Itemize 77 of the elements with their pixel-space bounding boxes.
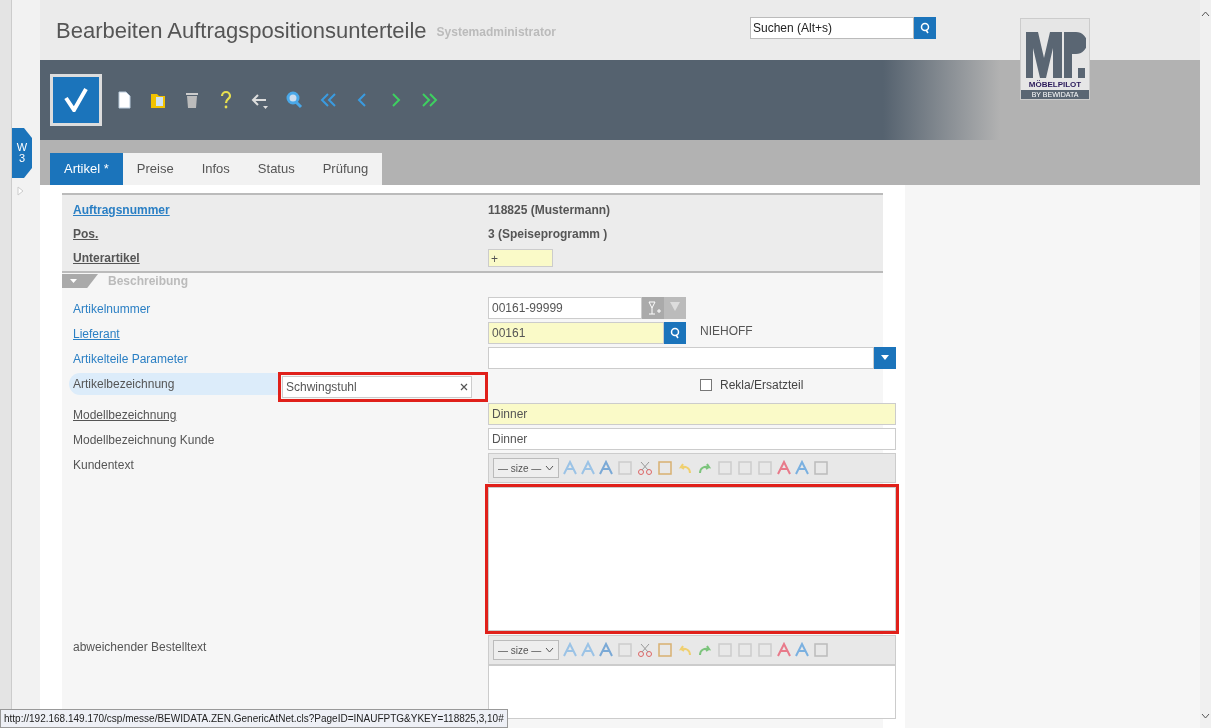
model-name-field[interactable]: Dinner [488,403,896,425]
summary-label[interactable]: Auftragsnummer [73,201,488,219]
align-right-icon[interactable] [757,642,774,658]
side-tab[interactable]: W 3 [12,128,32,178]
size-dropdown[interactable]: — size — [493,458,560,478]
highlight-color-icon[interactable] [795,642,810,658]
scroll-up-icon[interactable] [1201,10,1210,19]
underline-font-icon[interactable] [599,460,614,476]
search-field[interactable]: Suchen (Alt+s) [749,17,914,39]
summary-value: 3 (Speiseprogramm ) [488,226,608,243]
paste-icon[interactable] [657,460,674,476]
sub-article-field[interactable]: + [488,249,553,267]
search-icon[interactable] [284,90,304,110]
supplier-field[interactable]: 00161 [488,322,664,344]
paste-icon[interactable] [657,642,674,658]
dropdown-button[interactable] [874,347,896,369]
page-title: Bearbeiten Auftragspositionsunterteile [56,16,427,45]
highlight-color-icon[interactable] [795,460,810,476]
checkmark-icon [63,88,89,112]
summary-label: Unterartikel [73,250,141,267]
text-color-icon[interactable] [777,460,792,476]
tab[interactable]: Preise [122,153,188,185]
section-title: Beschreibung [108,273,188,290]
field-label: Modellbezeichnung Kunde [73,432,215,449]
scroll-down-icon[interactable] [1201,711,1210,720]
customer-model-name-field[interactable]: Dinner [488,428,896,450]
font-icon[interactable] [563,460,578,476]
field-label: Artikelteile Parameter [73,351,188,368]
description-field[interactable]: Schwingstuhl [282,376,472,398]
search-icon [669,327,681,339]
chevron-icon [545,647,555,653]
caret-icon [70,279,77,283]
align-center-icon[interactable] [737,642,754,658]
field-label[interactable]: Lieferant [73,323,120,345]
scissors-icon[interactable] [637,460,654,476]
insert-box-icon[interactable] [813,642,830,658]
logo-mark-icon [1024,30,1086,80]
search-button[interactable] [913,17,936,39]
copy-icon[interactable] [617,460,634,476]
italic-font-icon[interactable] [581,642,596,658]
chevron-icon [545,465,555,471]
copy-icon[interactable] [617,642,634,658]
logo-text: MÖBELPILOT [1028,80,1082,90]
scissors-icon[interactable] [637,642,654,658]
article-number-field[interactable]: 00161-99999 [488,297,642,319]
search-icon [918,22,931,34]
underline-font-icon[interactable] [599,642,614,658]
text-color-icon[interactable] [777,642,792,658]
summary-label: Pos. [73,226,100,243]
font-icon[interactable] [563,642,578,658]
size-dropdown[interactable]: — size — [493,640,560,660]
status-bar-url: http://192.168.149.170/csp/messe/BEWIDATA.ZEN.GenericAtNet.cls?PageID=INAUFPTG&YKEY=118825,3,10# [0,709,508,728]
align-left-icon[interactable] [717,642,734,658]
field-label: Artikelnummer [73,301,151,318]
checkbox-label: Rekla/Ersatzteil [720,377,804,394]
tab[interactable]: Artikel * [50,153,123,185]
align-center-icon[interactable] [737,460,754,476]
section-toggle[interactable] [62,274,98,288]
align-left-icon[interactable] [717,460,734,476]
search-button[interactable] [664,322,686,344]
clear-icon[interactable] [460,383,468,391]
insert-box-icon[interactable] [813,460,830,476]
field-label: Artikelbezeichnung [69,373,278,395]
expand-arrow-icon[interactable] [16,186,26,196]
tab[interactable]: Prüfung [308,153,383,185]
italic-font-icon[interactable] [581,460,596,476]
field-label: Kundentext [73,457,134,474]
caret-icon [881,355,889,361]
supplier-name: NIEHOFF [700,323,753,340]
save-button[interactable] [50,74,102,126]
field-label[interactable]: Modellbezeichnung [73,404,177,426]
align-right-icon[interactable] [757,460,774,476]
tab[interactable]: Infos [187,153,244,185]
field-label: abweichender Bestelltext [73,639,207,656]
tab[interactable]: Status [243,153,309,185]
summary-value: 118825 (Mustermann) [488,202,611,219]
checkbox[interactable] [700,379,712,391]
